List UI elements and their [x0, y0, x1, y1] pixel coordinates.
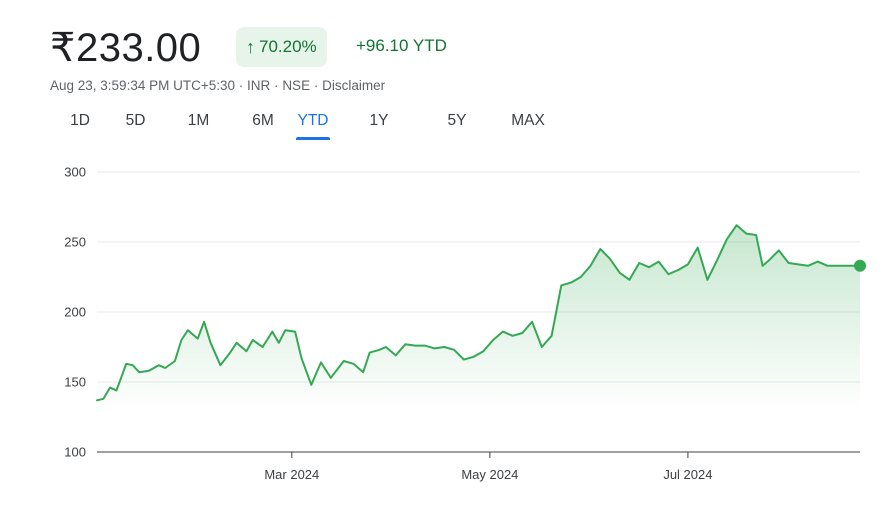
- x-axis: Mar 2024 May 2024 Jul 2024: [264, 452, 712, 482]
- x-tick-label: Mar 2024: [264, 467, 319, 482]
- y-tick-label: 200: [64, 305, 86, 320]
- x-tick-label: May 2024: [461, 467, 518, 482]
- price-area-fill: [97, 225, 860, 412]
- price-chart[interactable]: 100 150 200 250 300 Mar 2024 May 2024 Jul 2024: [0, 0, 896, 513]
- last-price-dot: [854, 259, 866, 272]
- y-tick-label: 100: [64, 445, 86, 460]
- y-tick-label: 250: [64, 235, 86, 250]
- y-tick-label: 150: [64, 375, 86, 390]
- x-tick-label: Jul 2024: [663, 467, 712, 482]
- y-axis: 100 150 200 250 300: [64, 165, 86, 460]
- y-tick-label: 300: [64, 165, 86, 180]
